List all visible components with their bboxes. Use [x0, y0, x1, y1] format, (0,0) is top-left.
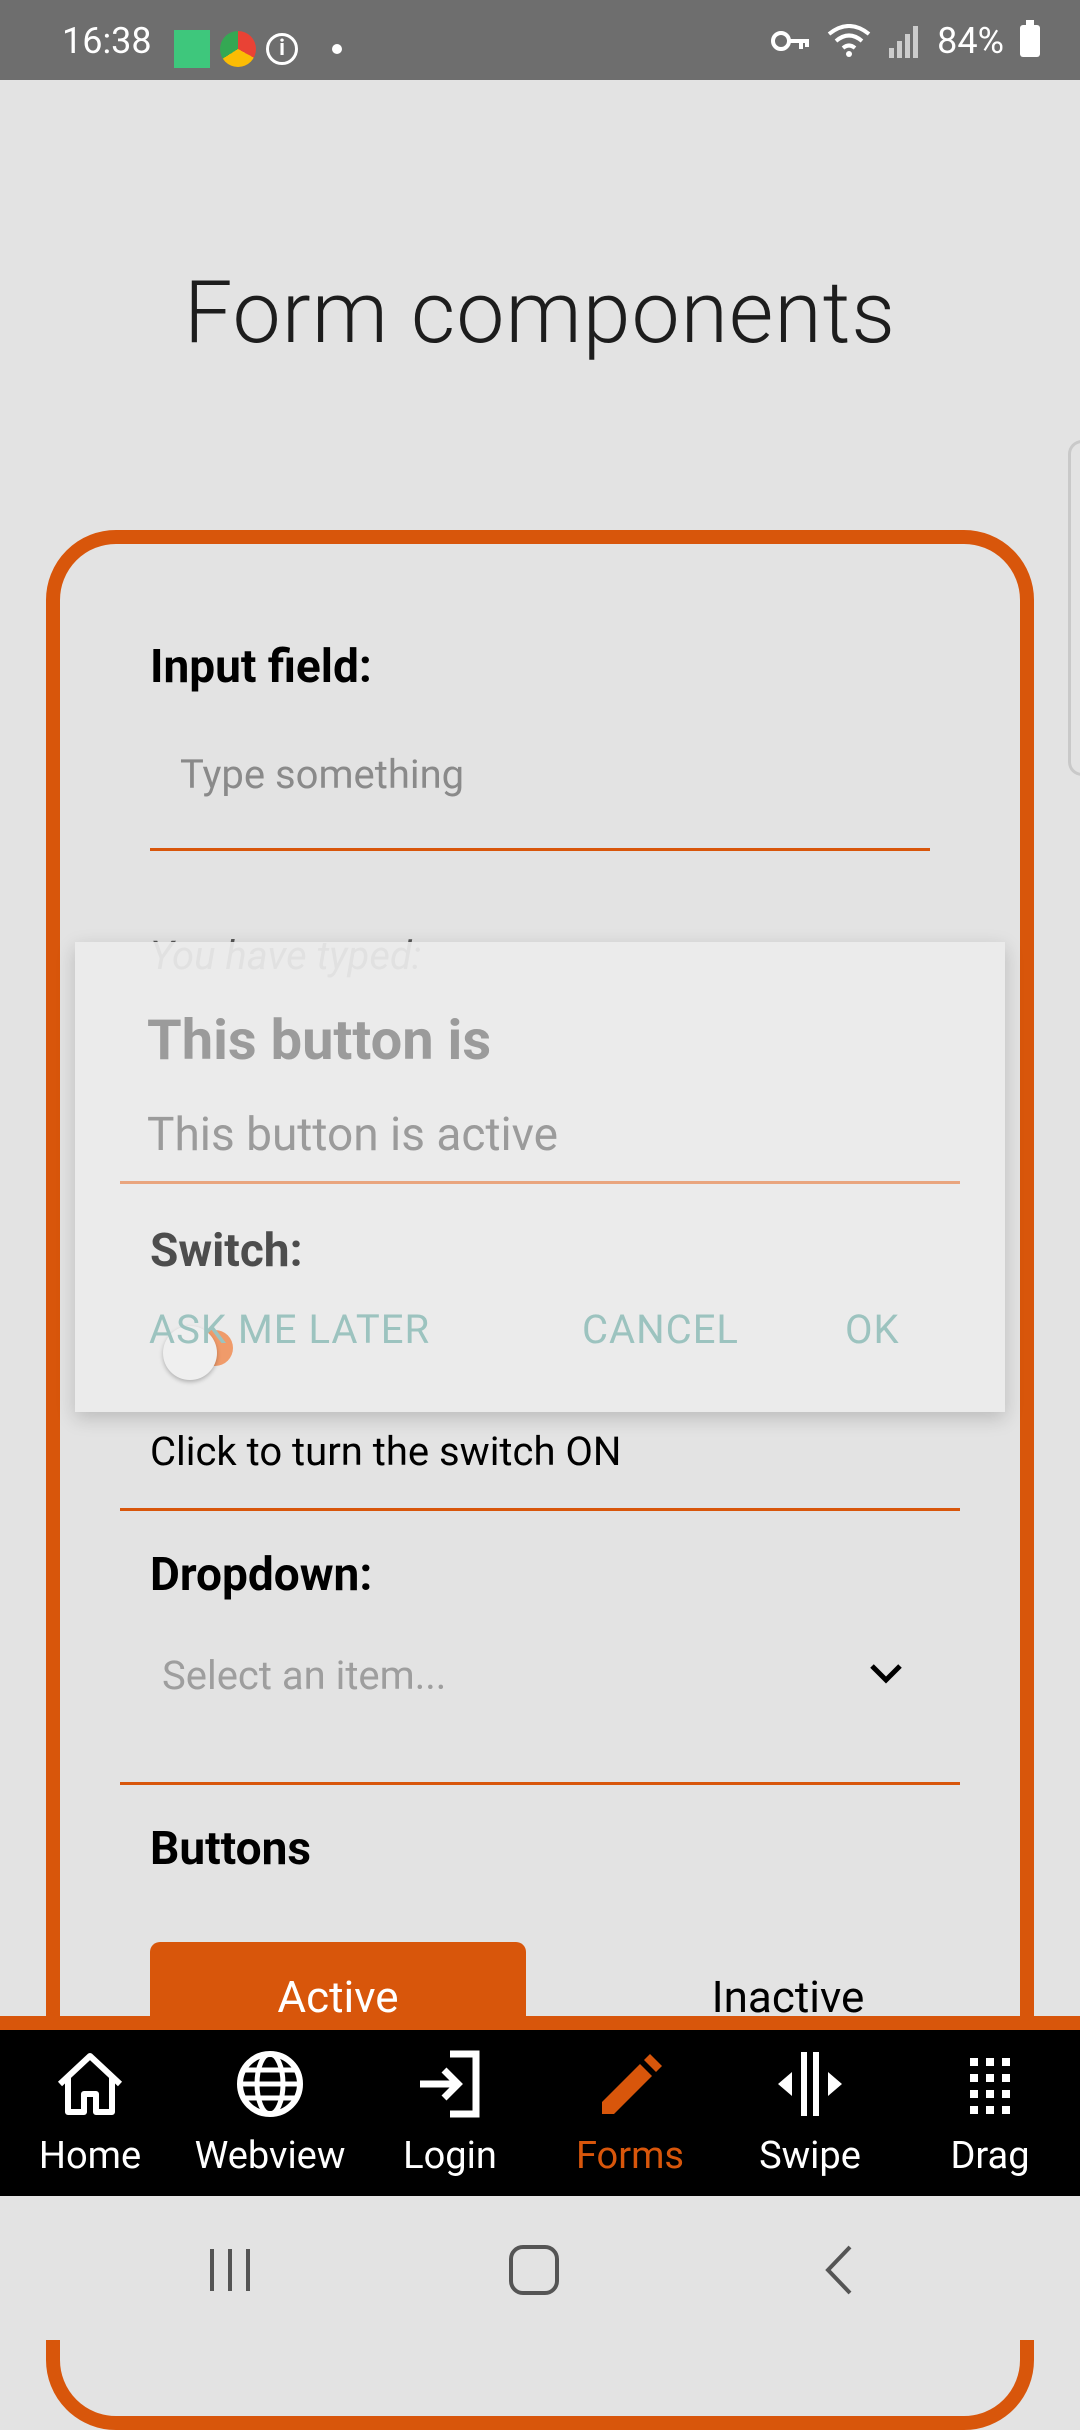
- dialog-message: This button is active: [147, 1108, 559, 1162]
- battery-icon: [1020, 20, 1040, 57]
- tab-bar-accent: [0, 2016, 1080, 2030]
- page-title: Form components: [184, 262, 896, 363]
- back-icon[interactable]: [812, 2245, 868, 2295]
- tab-login[interactable]: Login: [360, 2044, 540, 2194]
- wifi-icon: [827, 24, 871, 57]
- grid-icon: [970, 2058, 1010, 2114]
- tab-label: Swipe: [759, 2134, 861, 2178]
- chevron-down-icon: [870, 1664, 902, 1684]
- tab-drag[interactable]: Drag: [900, 2044, 1080, 2194]
- ok-button[interactable]: OK: [845, 1306, 900, 1353]
- dropdown-select[interactable]: Select an item...: [150, 1630, 910, 1730]
- home-nav-icon[interactable]: [506, 2245, 562, 2295]
- dropdown-placeholder: Select an item...: [162, 1652, 447, 1699]
- login-icon: [420, 2050, 480, 2118]
- dialog-divider: [120, 1181, 960, 1184]
- divider: [120, 1782, 960, 1785]
- globe-icon: [237, 2051, 303, 2117]
- input-field-label: Input field:: [150, 640, 372, 694]
- alert-dialog: This button is This button is active Swi…: [75, 942, 1005, 1412]
- chrome-icon: [220, 31, 256, 67]
- dropdown-label: Dropdown:: [150, 1548, 373, 1602]
- tab-swipe[interactable]: Swipe: [720, 2044, 900, 2194]
- tab-label: Forms: [575, 2134, 685, 2178]
- status-time: 16:38: [62, 20, 152, 62]
- tab-label: Login: [403, 2134, 497, 2178]
- switch-label: Switch:: [150, 1224, 303, 1278]
- side-panel-handle[interactable]: [1068, 440, 1080, 776]
- swipe-icon: [778, 2052, 842, 2116]
- dialog-title: This button is: [147, 1007, 492, 1073]
- tab-home[interactable]: Home: [0, 2044, 180, 2194]
- status-bar: 16:38 i 84%: [0, 0, 1080, 80]
- notification-icons: i: [174, 30, 342, 68]
- ask-me-later-button[interactable]: ASK ME LATER: [149, 1306, 430, 1353]
- text-input[interactable]: Type something: [150, 740, 930, 840]
- tab-label: Drag: [950, 2134, 1030, 2178]
- buttons-label: Buttons: [150, 1822, 312, 1876]
- tab-label: Home: [38, 2134, 142, 2178]
- sheets-icon: [174, 30, 210, 68]
- dot-icon: [332, 44, 342, 54]
- signal-icon: [889, 26, 919, 58]
- battery-percent: 84%: [937, 20, 1004, 62]
- info-icon: i: [266, 33, 298, 65]
- pencil-icon: [602, 2054, 662, 2114]
- tab-label: Webview: [194, 2134, 346, 2178]
- cancel-button[interactable]: CANCEL: [582, 1306, 739, 1353]
- home-icon: [57, 2053, 123, 2115]
- vpn-key-icon: [771, 31, 810, 51]
- input-underline: [150, 848, 930, 851]
- divider: [120, 1508, 960, 1511]
- tab-webview[interactable]: Webview: [180, 2044, 360, 2194]
- tab-forms[interactable]: Forms: [540, 2044, 720, 2194]
- switch-hint: Click to turn the switch ON: [150, 1428, 622, 1475]
- status-right: 84%: [771, 20, 1040, 62]
- recents-icon[interactable]: [202, 2245, 258, 2295]
